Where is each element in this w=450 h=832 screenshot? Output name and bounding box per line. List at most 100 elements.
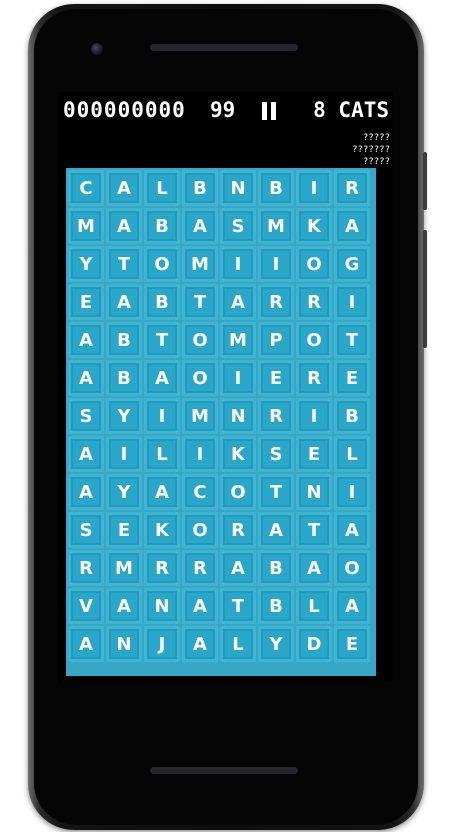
- letter-tile[interactable]: I: [296, 170, 332, 206]
- letter-tile[interactable]: Y: [258, 626, 294, 662]
- letter-tile[interactable]: M: [68, 208, 104, 244]
- letter-tile[interactable]: S: [220, 208, 256, 244]
- letter-tile[interactable]: P: [258, 322, 294, 358]
- letter-tile[interactable]: G: [334, 246, 370, 282]
- letter-tile[interactable]: A: [106, 588, 142, 624]
- letter-tile[interactable]: K: [296, 208, 332, 244]
- letter-tile[interactable]: O: [182, 512, 218, 548]
- letter-tile[interactable]: R: [334, 170, 370, 206]
- letter-tile[interactable]: L: [144, 436, 180, 472]
- letter-tile[interactable]: O: [220, 474, 256, 510]
- letter-tile[interactable]: A: [258, 512, 294, 548]
- letter-tile[interactable]: B: [258, 588, 294, 624]
- letter-tile[interactable]: L: [144, 170, 180, 206]
- letter-tile[interactable]: I: [334, 474, 370, 510]
- letter-tile[interactable]: R: [220, 512, 256, 548]
- letter-tile[interactable]: S: [258, 436, 294, 472]
- letter-tile[interactable]: R: [258, 284, 294, 320]
- letter-tile[interactable]: A: [68, 626, 104, 662]
- letter-tile[interactable]: B: [258, 550, 294, 586]
- letter-tile[interactable]: E: [334, 626, 370, 662]
- letter-tile[interactable]: V: [68, 588, 104, 624]
- letter-tile[interactable]: A: [68, 474, 104, 510]
- letter-tile[interactable]: O: [182, 322, 218, 358]
- letter-tile[interactable]: C: [182, 474, 218, 510]
- letter-tile[interactable]: E: [296, 436, 332, 472]
- letter-tile[interactable]: R: [144, 550, 180, 586]
- letter-tile[interactable]: A: [296, 550, 332, 586]
- letter-tile[interactable]: B: [144, 284, 180, 320]
- letter-tile[interactable]: Y: [106, 398, 142, 434]
- letter-tile[interactable]: Y: [68, 246, 104, 282]
- letter-tile[interactable]: R: [296, 360, 332, 396]
- letter-tile[interactable]: O: [296, 322, 332, 358]
- letter-tile[interactable]: A: [144, 474, 180, 510]
- letter-tile[interactable]: A: [182, 588, 218, 624]
- letter-tile[interactable]: T: [106, 246, 142, 282]
- letter-tile[interactable]: B: [258, 170, 294, 206]
- letter-tile[interactable]: R: [182, 550, 218, 586]
- letter-tile[interactable]: N: [144, 588, 180, 624]
- letter-tile[interactable]: B: [334, 398, 370, 434]
- letter-tile[interactable]: E: [334, 360, 370, 396]
- letter-tile[interactable]: A: [334, 208, 370, 244]
- letter-tile[interactable]: M: [106, 550, 142, 586]
- letter-tile[interactable]: I: [144, 398, 180, 434]
- letter-tile[interactable]: A: [68, 322, 104, 358]
- letter-tile[interactable]: B: [106, 360, 142, 396]
- letter-tile[interactable]: M: [182, 398, 218, 434]
- letter-tile[interactable]: A: [182, 626, 218, 662]
- letter-tile[interactable]: I: [220, 360, 256, 396]
- letter-tile[interactable]: T: [220, 588, 256, 624]
- letter-tile[interactable]: M: [258, 208, 294, 244]
- letter-tile[interactable]: N: [296, 474, 332, 510]
- letter-tile[interactable]: A: [144, 360, 180, 396]
- letter-tile[interactable]: I: [296, 398, 332, 434]
- letter-tile[interactable]: T: [144, 322, 180, 358]
- letter-tile[interactable]: D: [296, 626, 332, 662]
- letter-tile[interactable]: A: [106, 284, 142, 320]
- letter-tile[interactable]: K: [220, 436, 256, 472]
- letter-tile[interactable]: R: [258, 398, 294, 434]
- letter-tile[interactable]: R: [296, 284, 332, 320]
- letter-tile[interactable]: K: [144, 512, 180, 548]
- letter-tile[interactable]: L: [296, 588, 332, 624]
- letter-tile[interactable]: O: [334, 550, 370, 586]
- pause-icon[interactable]: [262, 102, 276, 120]
- letter-tile[interactable]: A: [106, 208, 142, 244]
- letter-tile[interactable]: R: [68, 550, 104, 586]
- letter-tile[interactable]: N: [220, 170, 256, 206]
- letter-tile[interactable]: Y: [106, 474, 142, 510]
- letter-tile[interactable]: I: [258, 246, 294, 282]
- letter-tile[interactable]: O: [144, 246, 180, 282]
- letter-tile[interactable]: A: [106, 170, 142, 206]
- letter-tile[interactable]: J: [144, 626, 180, 662]
- letter-tile[interactable]: S: [68, 512, 104, 548]
- letter-tile[interactable]: B: [106, 322, 142, 358]
- letter-tile[interactable]: A: [334, 512, 370, 548]
- letter-tile[interactable]: M: [220, 322, 256, 358]
- letter-tile[interactable]: I: [220, 246, 256, 282]
- letter-tile[interactable]: A: [334, 588, 370, 624]
- letter-tile[interactable]: A: [182, 208, 218, 244]
- letter-tile[interactable]: E: [258, 360, 294, 396]
- letter-tile[interactable]: C: [68, 170, 104, 206]
- letter-tile[interactable]: T: [296, 512, 332, 548]
- letter-tile[interactable]: T: [182, 284, 218, 320]
- letter-tile[interactable]: I: [334, 284, 370, 320]
- letter-tile[interactable]: N: [220, 398, 256, 434]
- letter-tile[interactable]: O: [296, 246, 332, 282]
- letter-tile[interactable]: O: [182, 360, 218, 396]
- letter-tile[interactable]: A: [68, 360, 104, 396]
- letter-tile[interactable]: I: [182, 436, 218, 472]
- letter-tile[interactable]: B: [182, 170, 218, 206]
- letter-tile[interactable]: E: [68, 284, 104, 320]
- letter-tile[interactable]: M: [182, 246, 218, 282]
- letter-tile[interactable]: A: [220, 550, 256, 586]
- letter-tile[interactable]: I: [106, 436, 142, 472]
- letter-tile[interactable]: T: [258, 474, 294, 510]
- letter-tile[interactable]: L: [220, 626, 256, 662]
- letter-tile[interactable]: T: [334, 322, 370, 358]
- letter-tile[interactable]: E: [106, 512, 142, 548]
- letter-tile[interactable]: A: [220, 284, 256, 320]
